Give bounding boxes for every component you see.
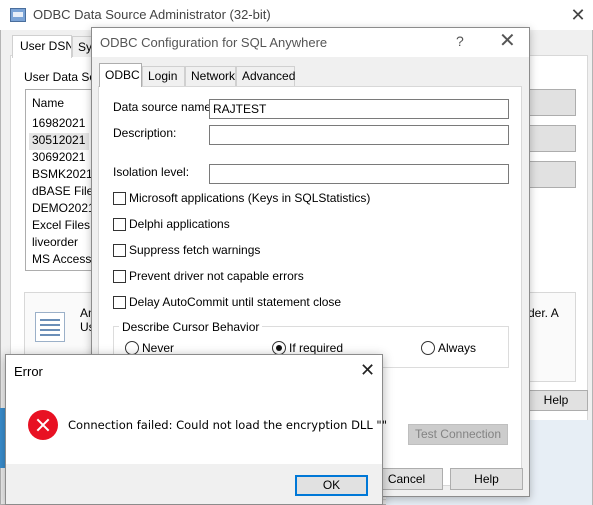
list-item[interactable]: 16982021 bbox=[32, 116, 85, 133]
radio-button[interactable] bbox=[421, 341, 435, 355]
error-close-icon[interactable]: ✕ bbox=[360, 359, 375, 381]
isolation-level-input[interactable] bbox=[209, 164, 509, 184]
list-item[interactable]: 30692021 bbox=[32, 150, 85, 167]
radio-button[interactable] bbox=[125, 341, 139, 355]
config-help-button[interactable]: Help bbox=[450, 468, 523, 490]
checkbox-suppress-fetch-warnings[interactable]: Suppress fetch warnings bbox=[113, 243, 260, 259]
checkbox-box[interactable] bbox=[113, 296, 126, 309]
radio-label: If required bbox=[289, 341, 344, 355]
checkbox-delay-autocommit[interactable]: Delay AutoCommit until statement close bbox=[113, 295, 341, 311]
tab-odbc[interactable]: ODBC bbox=[99, 63, 142, 87]
radio-label: Never bbox=[142, 341, 175, 355]
checkbox-prevent-driver-errors[interactable]: Prevent driver not capable errors bbox=[113, 269, 304, 285]
checkbox-label: Delphi applications bbox=[129, 217, 230, 231]
data-source-name-input[interactable]: RAJTEST bbox=[209, 99, 509, 119]
checkbox-box[interactable] bbox=[113, 244, 126, 257]
tab-advanced[interactable]: Advanced bbox=[236, 66, 295, 86]
checkbox-microsoft-applications[interactable]: Microsoft applications (Keys in SQLStati… bbox=[113, 191, 370, 207]
error-icon bbox=[28, 410, 58, 440]
radio-always[interactable]: Always bbox=[421, 341, 481, 357]
config-window-title: ODBC Configuration for SQL Anywhere bbox=[100, 35, 328, 50]
checkbox-label: Microsoft applications (Keys in SQLStati… bbox=[129, 191, 371, 205]
odbc-app-icon bbox=[10, 8, 26, 22]
error-message: Connection failed: Could not load the en… bbox=[68, 418, 387, 432]
description-label: Description: bbox=[113, 126, 177, 140]
list-item[interactable]: Excel Files bbox=[32, 218, 90, 235]
radio-button-selected[interactable] bbox=[272, 341, 286, 355]
checkbox-box[interactable] bbox=[113, 270, 126, 283]
list-item[interactable]: dBASE Files bbox=[32, 184, 99, 201]
tab-network[interactable]: Network bbox=[185, 66, 236, 86]
admin-window-title: ODBC Data Source Administrator (32-bit) bbox=[33, 7, 271, 22]
error-dialog-title: Error bbox=[14, 364, 43, 379]
tab-login[interactable]: Login bbox=[142, 66, 185, 86]
checkbox-label: Prevent driver not capable errors bbox=[129, 269, 304, 283]
test-connection-button[interactable]: Test Connection bbox=[408, 424, 508, 445]
list-item[interactable]: 30512021 bbox=[29, 133, 89, 150]
admin-close-icon[interactable]: ✕ bbox=[566, 4, 590, 26]
radio-label: Always bbox=[438, 341, 477, 355]
tab-user-dsn[interactable]: User DSN bbox=[12, 35, 72, 58]
list-item[interactable]: DEMO2021 bbox=[32, 201, 95, 218]
checkbox-box[interactable] bbox=[113, 218, 126, 231]
list-item[interactable]: BSMK2021 bbox=[32, 167, 93, 184]
checkbox-label: Delay AutoCommit until statement close bbox=[129, 295, 342, 309]
description-input[interactable] bbox=[209, 125, 509, 145]
checkbox-box[interactable] bbox=[113, 192, 126, 205]
list-item[interactable]: liveorder bbox=[32, 235, 78, 252]
data-source-name-label: Data source name: bbox=[113, 100, 215, 114]
config-close-icon[interactable]: ✕ bbox=[499, 29, 516, 53]
dsn-column-header[interactable]: Name bbox=[32, 96, 64, 110]
list-item[interactable]: MS Access bbox=[32, 252, 91, 269]
isolation-level-label: Isolation level: bbox=[113, 165, 190, 179]
admin-help-button[interactable]: Help bbox=[524, 390, 588, 411]
info-text-tail: der. A bbox=[528, 306, 559, 320]
ok-button[interactable]: OK bbox=[295, 475, 368, 496]
checkbox-delphi-applications[interactable]: Delphi applications bbox=[113, 217, 233, 233]
describe-cursor-group-title: Describe Cursor Behavior bbox=[119, 320, 263, 334]
data-source-icon bbox=[35, 312, 65, 342]
checkbox-label: Suppress fetch warnings bbox=[129, 243, 261, 257]
help-icon[interactable]: ? bbox=[456, 33, 464, 49]
